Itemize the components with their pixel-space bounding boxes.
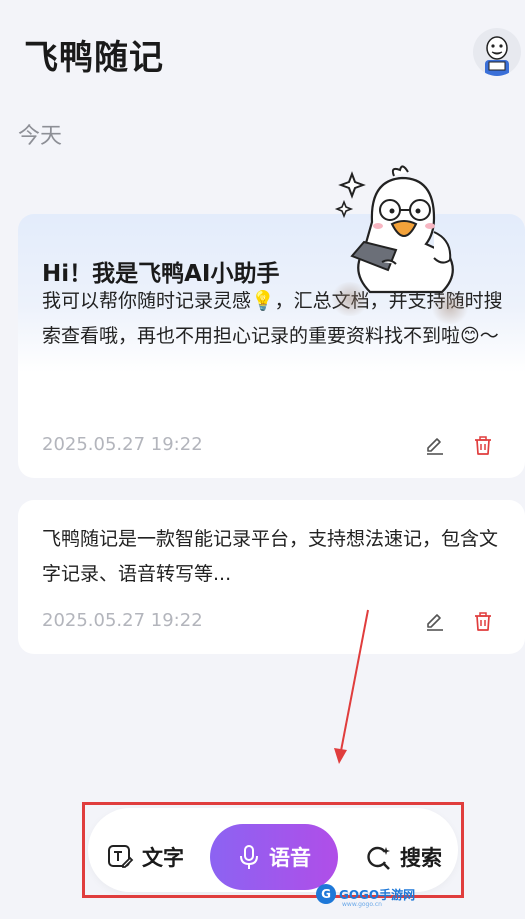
search-icon [367,846,390,870]
search-label: 搜索 [400,846,442,870]
watermark: G GOGO手游网 www.gogo.cn [316,884,416,908]
watermark-subtext: www.gogo.cn [342,901,382,908]
annotation-arrow [334,609,369,764]
microphone-icon [240,845,258,869]
note-title: Hi！我是飞鸭AI小助手 [42,261,280,287]
edit-button[interactable] [422,433,448,459]
duck-avatar-icon [485,36,509,76]
trash-icon [475,612,491,631]
delete-button[interactable] [470,433,496,459]
voice-note-label: 语音 [269,846,311,870]
edit-icon [427,614,443,631]
blur-smudge [330,282,370,316]
note-timestamp: 2025.05.27 19:22 [42,610,203,631]
voice-note-button[interactable]: 语音 [210,824,338,890]
watermark-text: GOGO手游网 [339,887,416,902]
note-body: 飞鸭随记是一款智能记录平台，支持想法速记，包含文字记录、语音转写等... [42,528,499,585]
trash-icon [475,436,491,455]
edit-button[interactable] [422,609,448,635]
blur-smudge [430,290,470,324]
text-edit-icon [108,845,134,868]
section-label-today: 今天 [18,124,63,149]
watermark-logo-icon: G [316,884,336,904]
note-card[interactable]: 飞鸭随记是一款智能记录平台，支持想法速记，包含文字记录、语音转写等... 202… [18,500,525,654]
edit-icon [427,438,443,455]
app-title: 飞鸭随记 [24,38,164,78]
text-note-label: 文字 [142,846,184,870]
avatar[interactable] [473,28,521,76]
note-timestamp: 2025.05.27 19:22 [42,434,203,455]
text-note-button[interactable]: 文字 [106,842,184,872]
search-button[interactable]: 搜索 [364,842,442,872]
delete-button[interactable] [470,609,496,635]
